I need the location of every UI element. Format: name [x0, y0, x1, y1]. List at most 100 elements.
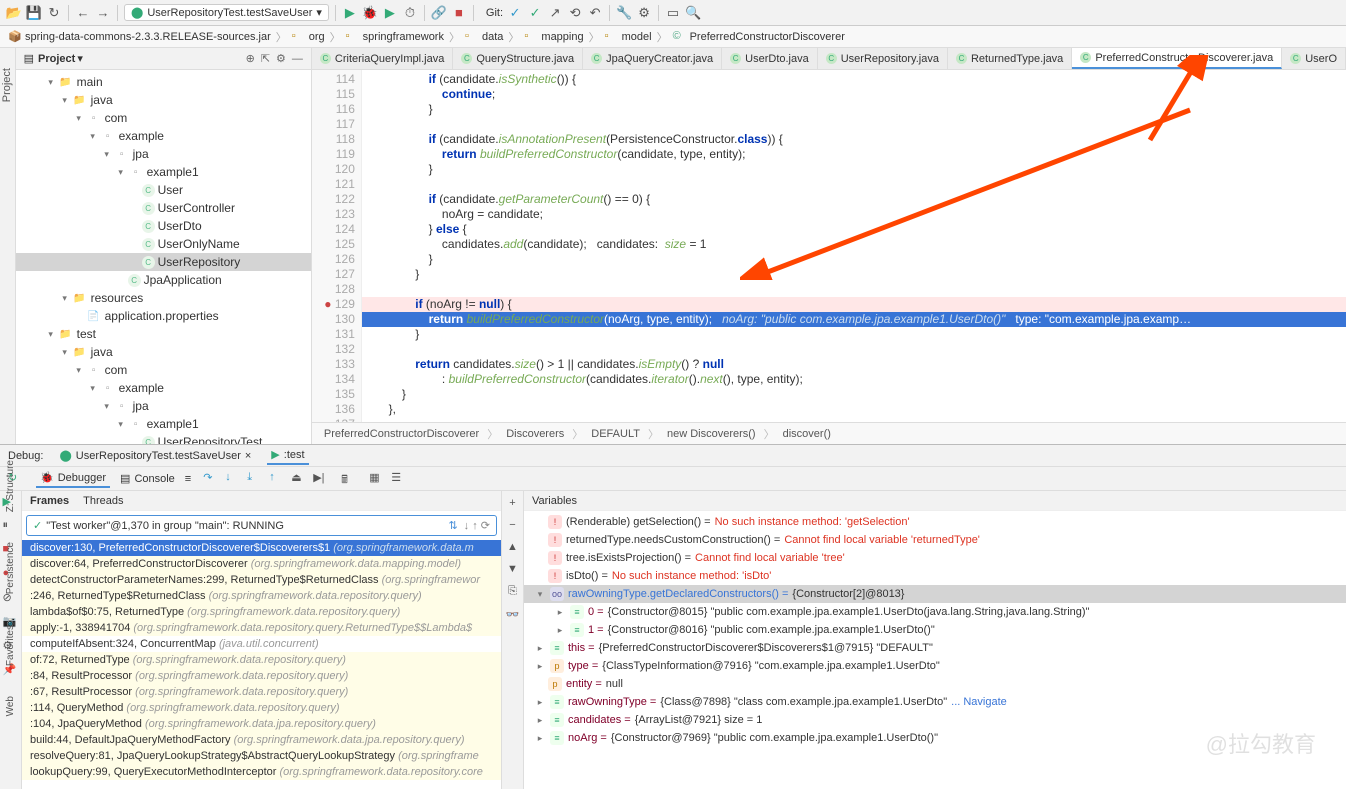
refresh-icon[interactable]: ↻: [46, 5, 62, 21]
variable-row[interactable]: p entity = null: [524, 675, 1346, 693]
frame-row[interactable]: :84, ResultProcessor (org.springframewor…: [22, 668, 501, 684]
build-icon[interactable]: 🔧: [616, 5, 632, 21]
quick-icon[interactable]: ▭: [665, 5, 681, 21]
breadcrumb-item[interactable]: ▫model: [605, 30, 652, 44]
editor-tab[interactable]: CUserDto.java: [722, 48, 818, 69]
step-into-icon[interactable]: ↓: [225, 471, 241, 487]
variable-row[interactable]: ! isDto() = No such instance method: 'is…: [524, 567, 1346, 585]
tree-item[interactable]: ▾📁resources: [16, 289, 311, 307]
tree-item[interactable]: CUserRepositoryTest: [16, 433, 311, 444]
frame-row[interactable]: lambda$of$0:75, ReturnedType (org.spring…: [22, 604, 501, 620]
persistence-tab[interactable]: Persistence: [5, 542, 16, 594]
tree-item[interactable]: ▾▫com: [16, 109, 311, 127]
web-tab[interactable]: Web: [5, 696, 16, 716]
breadcrumb-item[interactable]: ▫org: [292, 30, 325, 44]
editor-breadcrumb[interactable]: PreferredConstructorDiscoverer〉Discovere…: [312, 422, 1346, 444]
editor-tab[interactable]: CCriteriaQueryImpl.java: [312, 48, 453, 69]
stop-icon[interactable]: ■: [451, 5, 467, 21]
locate-icon[interactable]: ⊕: [246, 52, 255, 65]
tree-item[interactable]: ▾📁java: [16, 91, 311, 109]
editor-tab[interactable]: CReturnedType.java: [948, 48, 1072, 69]
profile-icon[interactable]: ⏱: [402, 5, 418, 21]
frame-row[interactable]: lookupQuery:99, QueryExecutorMethodInter…: [22, 764, 501, 780]
tree-item[interactable]: 📄application.properties: [16, 307, 311, 325]
tree-item[interactable]: ▾📁java: [16, 343, 311, 361]
open-icon[interactable]: 📂: [6, 5, 22, 21]
search-icon[interactable]: 🔍: [685, 5, 701, 21]
vcs-rollback-icon[interactable]: ↶: [587, 5, 603, 21]
breadcrumb-item[interactable]: ▫mapping: [524, 30, 583, 44]
breadcrumb-item[interactable]: ©PreferredConstructorDiscoverer: [673, 30, 845, 44]
breadcrumb-item[interactable]: 📦spring-data-commons-2.3.3.RELEASE-sourc…: [8, 30, 271, 44]
threads-tab[interactable]: Threads: [83, 495, 123, 507]
variable-row[interactable]: ▸≡ this = {PreferredConstructorDiscovere…: [524, 639, 1346, 657]
editor-bc-item[interactable]: new Discoverers(): [667, 428, 756, 440]
drop-frame-icon[interactable]: ⏏: [291, 471, 307, 487]
watch-up-icon[interactable]: ▲: [507, 541, 518, 553]
frame-row[interactable]: of:72, ReturnedType (org.springframework…: [22, 652, 501, 668]
step-out-icon[interactable]: ↑: [269, 471, 285, 487]
variable-row[interactable]: ▸≡ 0 = {Constructor@8015} "public com.ex…: [524, 603, 1346, 621]
frame-row[interactable]: build:44, DefaultJpaQueryMethodFactory (…: [22, 732, 501, 748]
tree-item[interactable]: ▾▫example1: [16, 415, 311, 433]
vcs-push-icon[interactable]: ↗: [547, 5, 563, 21]
glasses-icon[interactable]: 👓: [506, 608, 520, 621]
frame-row[interactable]: :104, JpaQueryMethod (org.springframewor…: [22, 716, 501, 732]
tree-item[interactable]: ▾▫com: [16, 361, 311, 379]
editor-tab[interactable]: CUserRepository.java: [818, 48, 948, 69]
tree-item[interactable]: CUser: [16, 181, 311, 199]
editor-tab[interactable]: CPreferredConstructorDiscoverer.java: [1072, 48, 1282, 69]
run-config-selector[interactable]: ⬤ UserRepositoryTest.testSaveUser ▾: [124, 4, 329, 21]
frame-row[interactable]: :246, ReturnedType$ReturnedClass (org.sp…: [22, 588, 501, 604]
tree-item[interactable]: CUserOnlyName: [16, 235, 311, 253]
tree-item[interactable]: ▾📁main: [16, 73, 311, 91]
editor-tab[interactable]: CQueryStructure.java: [453, 48, 583, 69]
frame-row[interactable]: discover:64, PreferredConstructorDiscove…: [22, 556, 501, 572]
variable-row[interactable]: ▸≡ rawOwningType = {Class@7898} "class c…: [524, 693, 1346, 711]
tree-item[interactable]: CUserRepository: [16, 253, 311, 271]
frame-row[interactable]: resolveQuery:81, JpaQueryLookupStrategy$…: [22, 748, 501, 764]
tree-item[interactable]: ▾▫example: [16, 127, 311, 145]
tree-item[interactable]: ▾▫example1: [16, 163, 311, 181]
variable-row[interactable]: ! returnedType.needsCustomConstruction()…: [524, 531, 1346, 549]
vcs-history-icon[interactable]: ⟲: [567, 5, 583, 21]
editor-tab[interactable]: CUserO: [1282, 48, 1346, 69]
editor-tab[interactable]: CJpaQueryCreator.java: [583, 48, 722, 69]
watch-down-icon[interactable]: ▼: [507, 563, 518, 575]
breadcrumb-item[interactable]: ▫data: [465, 30, 503, 44]
frame-row[interactable]: discover:130, PreferredConstructorDiscov…: [22, 540, 501, 556]
redo-icon[interactable]: →: [95, 5, 111, 21]
copy-icon[interactable]: ⎘: [508, 585, 517, 598]
tree-item[interactable]: CUserController: [16, 199, 311, 217]
editor-bc-item[interactable]: PreferredConstructorDiscoverer: [324, 428, 479, 440]
remove-watch-icon[interactable]: −: [509, 519, 515, 531]
run-icon[interactable]: ▶: [342, 5, 358, 21]
vcs-update-icon[interactable]: ✓: [507, 5, 523, 21]
frame-row[interactable]: detectConstructorParameterNames:299, Ret…: [22, 572, 501, 588]
step-over-icon[interactable]: ↷: [203, 471, 219, 487]
project-tool-tab[interactable]: Project: [1, 68, 13, 102]
run-to-cursor-icon[interactable]: ▶|: [313, 471, 329, 487]
attach-icon[interactable]: 🔗: [431, 5, 447, 21]
code-editor[interactable]: 1141151161171181191201211221231241251261…: [312, 70, 1346, 422]
tree-item[interactable]: ▾▫jpa: [16, 145, 311, 163]
tree-item[interactable]: ▾📁test: [16, 325, 311, 343]
save-icon[interactable]: 💾: [26, 5, 42, 21]
variable-row[interactable]: ▾oo rawOwningType.getDeclaredConstructor…: [524, 585, 1346, 603]
undo-icon[interactable]: ←: [75, 5, 91, 21]
variable-row[interactable]: ▸≡ 1 = {Constructor@8016} "public com.ex…: [524, 621, 1346, 639]
debugger-tab[interactable]: 🐞Debugger: [36, 469, 110, 488]
force-step-icon[interactable]: ⤓: [247, 471, 263, 487]
more-icon[interactable]: ☰: [391, 471, 407, 487]
frame-row[interactable]: computeIfAbsent:324, ConcurrentMap (java…: [22, 636, 501, 652]
close-icon[interactable]: ×: [245, 450, 251, 462]
editor-bc-item[interactable]: DEFAULT: [591, 428, 640, 440]
evaluate-icon[interactable]: 🖩: [341, 471, 357, 487]
variable-row[interactable]: ! (Renderable) getSelection() = No such …: [524, 513, 1346, 531]
collapse-icon[interactable]: ⇱: [261, 52, 270, 65]
tree-item[interactable]: ▾▫jpa: [16, 397, 311, 415]
frames-tab[interactable]: Frames: [30, 495, 69, 507]
tree-item[interactable]: CUserDto: [16, 217, 311, 235]
breadcrumb-item[interactable]: ▫springframework: [346, 30, 444, 44]
frame-row[interactable]: apply:-1, 338941704 (org.springframework…: [22, 620, 501, 636]
